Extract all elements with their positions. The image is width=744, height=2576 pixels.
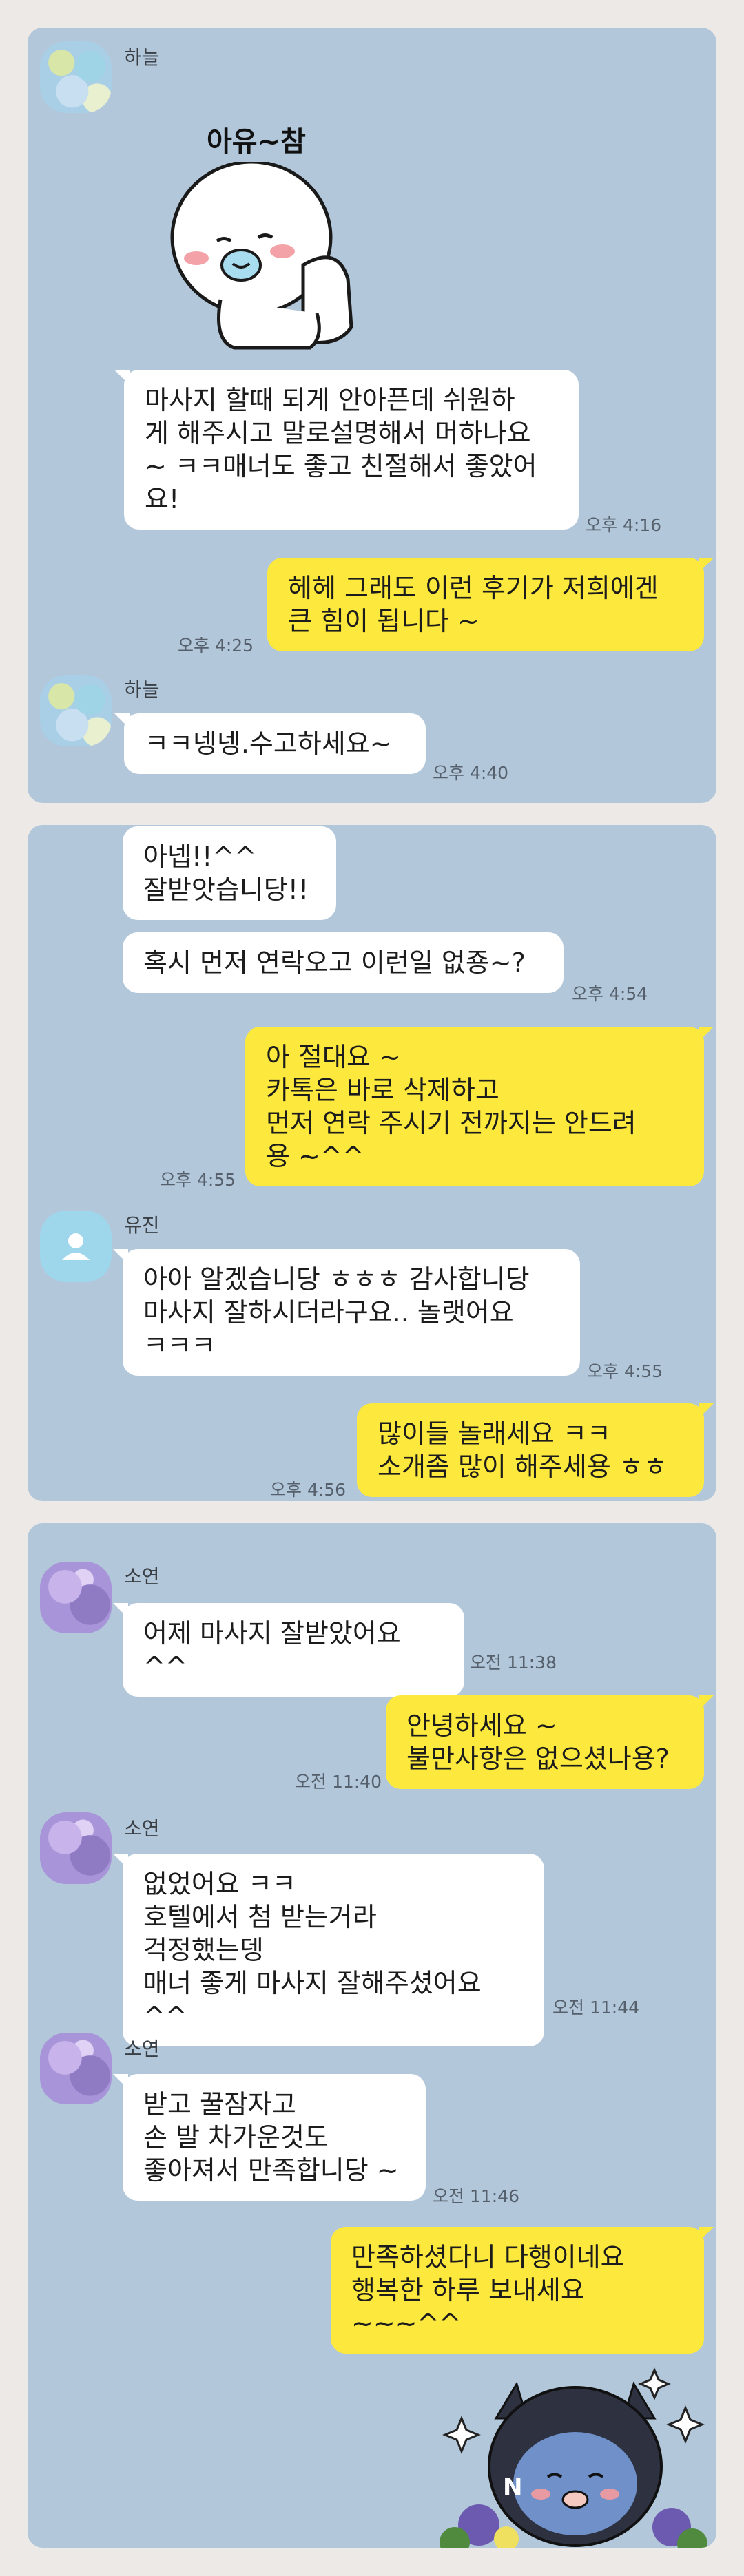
sender-name: 하늘 xyxy=(124,678,160,701)
profile-avatar[interactable] xyxy=(40,675,112,746)
message-bubble-incoming[interactable]: 어제 마사지 잘받았어요 ^^ xyxy=(113,1603,464,1697)
message-bubble-incoming[interactable]: 혹시 먼저 연락오고 이런일 없죵~? xyxy=(123,932,564,993)
message-bubble-incoming[interactable]: ㅋㅋ넹넹.수고하세요~ xyxy=(114,713,426,774)
message-timestamp: 오후 4:55 xyxy=(587,1361,663,1381)
message-bubble-outgoing[interactable]: 안녕하세요 ~ 불만사항은 없으셨나용? xyxy=(386,1695,714,1789)
emoticon-sticker[interactable]: 아유~참 xyxy=(165,93,393,382)
smile-face-icon xyxy=(170,162,353,350)
sender-name: 유진 xyxy=(124,1214,160,1237)
message-timestamp: 오전 11:46 xyxy=(433,2186,519,2206)
message-timestamp: 오전 11:40 xyxy=(295,1772,382,1792)
profile-avatar[interactable] xyxy=(40,1211,112,1282)
sender-name: 소연 xyxy=(124,1565,160,1588)
sender-name: 하늘 xyxy=(124,46,160,69)
character-sticker-icon xyxy=(440,2367,707,2548)
message-timestamp: 오전 11:44 xyxy=(552,1998,639,2018)
message-bubble-incoming[interactable]: 없었어요 ㅋㅋ 호텔에서 첨 받는거라 걱정했는뎅 매너 좋게 마사지 잘해주셨… xyxy=(113,1854,544,2046)
message-bubble-outgoing[interactable]: 헤헤 그래도 이런 후기가 저희에겐 큰 힘이 됩니다 ~ xyxy=(267,558,714,651)
sticker-caption: 아유~참 xyxy=(207,126,306,158)
profile-avatar[interactable] xyxy=(40,1562,112,1633)
chat-card-1: 하늘 아유~참 마사지 할때 되게 안아픈데 쉬원하 게 해주시고 말로설명해서… xyxy=(28,28,716,803)
emoticon-sticker[interactable]: N xyxy=(413,2343,716,2548)
message-timestamp: 오후 4:25 xyxy=(178,636,254,656)
message-timestamp: 오후 4:56 xyxy=(270,1480,347,1500)
chat-card-3: 소연 어제 마사지 잘받았어요 ^^ 오전 11:38 안녕하세요 ~ 불만사항… xyxy=(28,1523,716,2548)
message-timestamp: 오후 4:54 xyxy=(572,984,648,1004)
sender-name: 소연 xyxy=(124,1817,160,1840)
message-bubble-outgoing[interactable]: 만족하셨다니 다행이네요 행복한 하루 보내세요 ~~~^^ xyxy=(331,2227,714,2354)
message-timestamp: 오후 4:40 xyxy=(433,763,509,783)
profile-avatar[interactable] xyxy=(40,41,112,113)
person-icon xyxy=(62,1233,90,1260)
message-bubble-incoming[interactable]: 아아 알겠습니당 ㅎㅎㅎ 감사합니당 마사지 잘하시더라구요.. 놀랫어요 ㅋㅋ… xyxy=(113,1249,580,1376)
message-bubble-incoming[interactable]: 마사지 할때 되게 안아픈데 쉬원하 게 해주시고 말로설명해서 머하나요 ~ … xyxy=(114,370,579,530)
message-bubble-outgoing[interactable]: 아 절대요 ~ 카톡은 바로 삭제하고 먼저 연락 주시기 전까지는 안드려 용… xyxy=(245,1027,714,1186)
profile-avatar[interactable] xyxy=(40,1812,112,1884)
profile-avatar[interactable] xyxy=(40,2033,112,2104)
chat-card-2: 아넵!!^^ 잘받앗습니당!! 혹시 먼저 연락오고 이런일 없죵~? 오후 4… xyxy=(28,825,716,1501)
message-bubble-incoming[interactable]: 아넵!!^^ 잘받앗습니당!! xyxy=(123,826,336,920)
sender-name: 소연 xyxy=(124,2038,160,2060)
message-bubble-outgoing[interactable]: 많이들 놀래세요 ㅋㅋ 소개좀 많이 해주세용 ㅎㅎ xyxy=(357,1403,714,1497)
message-timestamp: 오후 4:16 xyxy=(586,515,662,535)
message-bubble-incoming[interactable]: 받고 꿀잠자고 손 발 차가운것도 좋아져서 만족합니당 ~ xyxy=(113,2074,426,2201)
message-timestamp: 오후 4:55 xyxy=(160,1170,236,1190)
message-timestamp: 오전 11:38 xyxy=(470,1653,557,1673)
sticker-letter: N xyxy=(503,2473,523,2501)
